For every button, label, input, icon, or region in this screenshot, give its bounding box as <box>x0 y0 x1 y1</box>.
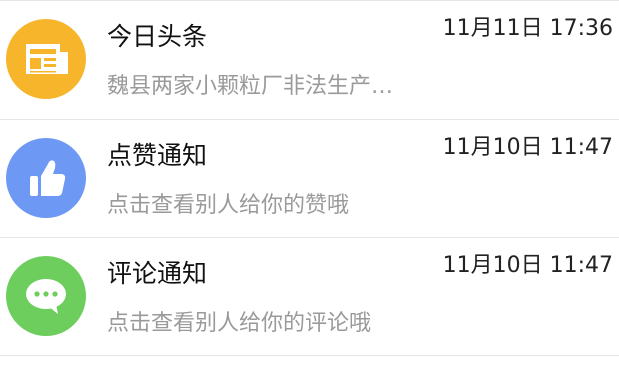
message-list: 今日头条 11月11日 17:36 魏县两家小颗粒厂非法生产… 点赞通知 11月… <box>0 0 619 356</box>
newspaper-icon <box>26 44 68 74</box>
avatar <box>6 138 86 218</box>
message-item-toutiao[interactable]: 今日头条 11月11日 17:36 魏县两家小颗粒厂非法生产… <box>0 0 619 120</box>
message-preview: 魏县两家小颗粒厂非法生产… <box>107 74 394 99</box>
message-preview: 点击查看别人给你的评论哦 <box>107 311 372 336</box>
thumbs-up-icon <box>30 160 66 196</box>
message-time: 11月11日 17:36 <box>442 16 613 41</box>
message-time: 11月10日 11:47 <box>442 253 613 278</box>
message-title: 今日头条 <box>107 22 208 51</box>
message-time: 11月10日 11:47 <box>442 135 613 160</box>
avatar <box>6 256 86 336</box>
avatar <box>6 19 86 99</box>
message-item-comment-notification[interactable]: 评论通知 11月10日 11:47 点击查看别人给你的评论哦 <box>0 238 619 356</box>
chat-bubble-icon <box>26 279 66 314</box>
message-item-like-notification[interactable]: 点赞通知 11月10日 11:47 点击查看别人给你的赞哦 <box>0 120 619 238</box>
message-title: 点赞通知 <box>107 141 208 170</box>
message-preview: 点击查看别人给你的赞哦 <box>107 193 350 218</box>
message-title: 评论通知 <box>107 259 208 288</box>
